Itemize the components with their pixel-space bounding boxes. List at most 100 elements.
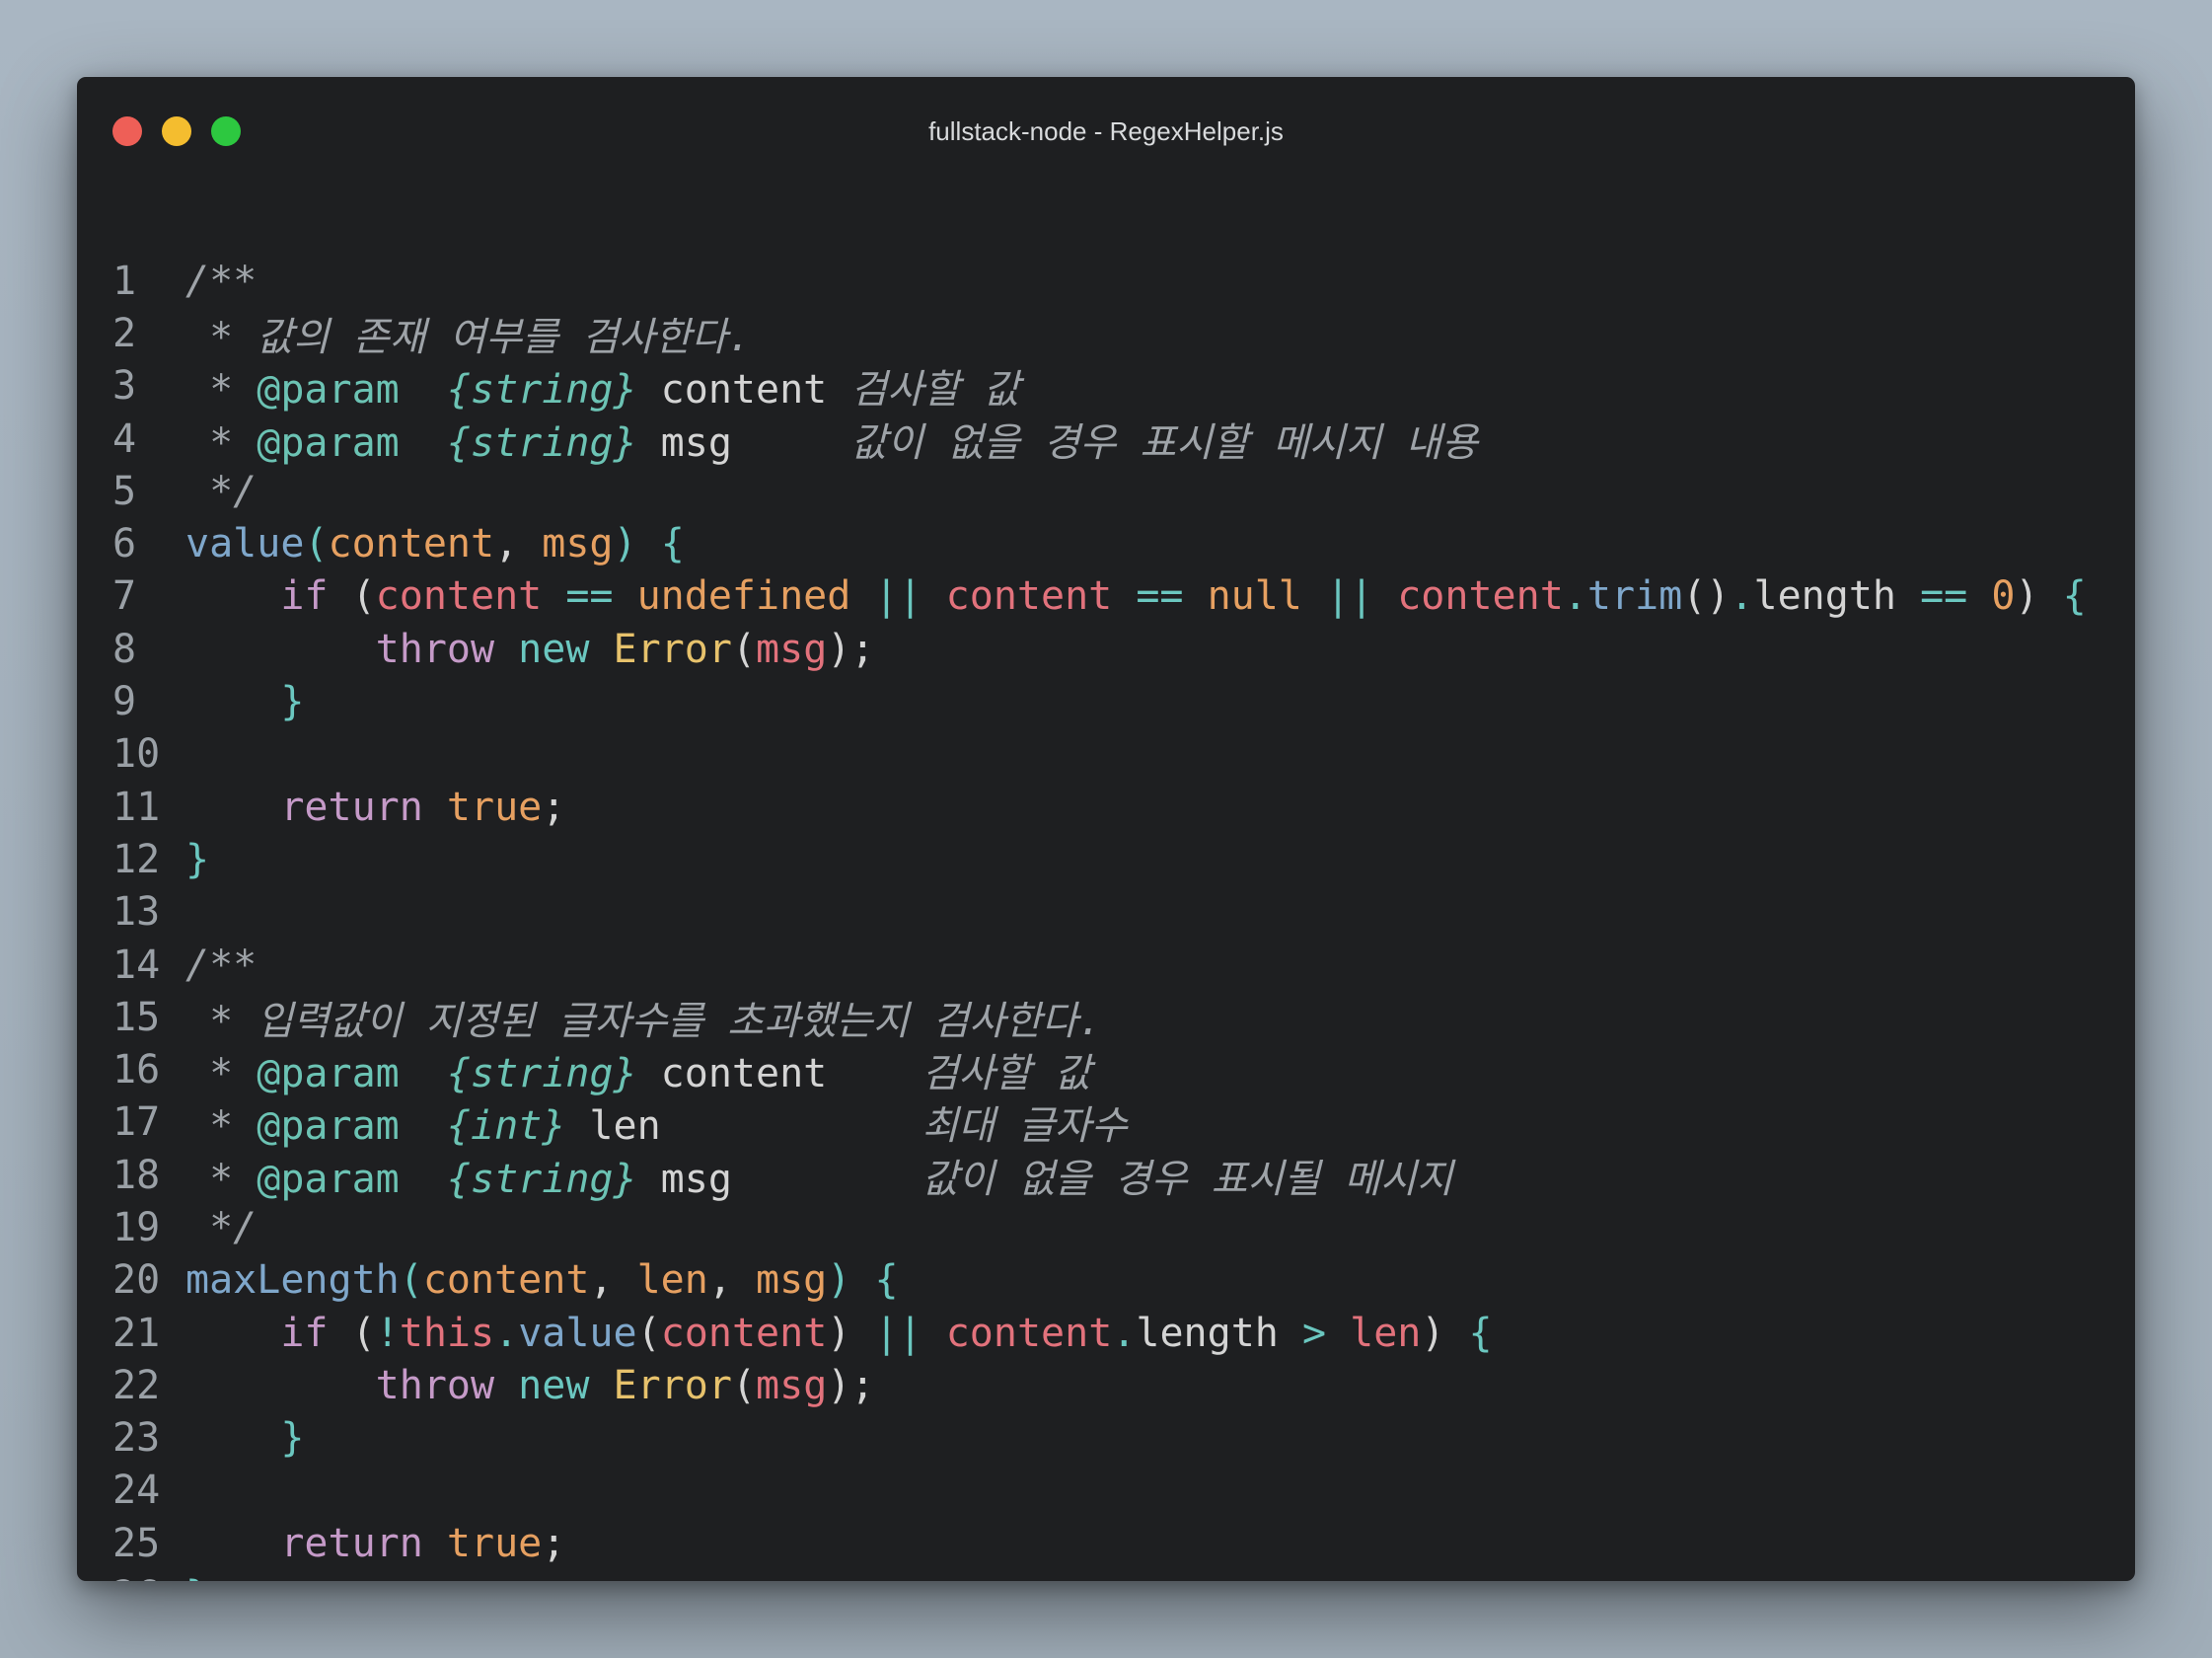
code-token: content bbox=[422, 1257, 590, 1304]
line-number: 1 bbox=[112, 258, 137, 304]
line-number: 19 bbox=[112, 1204, 161, 1250]
code-line[interactable]: 6 value(content, msg) { bbox=[112, 517, 2135, 569]
code-text: * @param {string} content 검사할 값 bbox=[185, 1041, 1091, 1098]
code-text: } bbox=[185, 1415, 304, 1461]
code-line[interactable]: 26} bbox=[112, 1569, 2135, 1581]
code-token: null bbox=[1207, 573, 1302, 620]
code-line[interactable]: 16 * @param {string} content 검사할 값 bbox=[112, 1041, 2135, 1098]
code-line[interactable]: 3 * @param {string} content 검사할 값 bbox=[112, 360, 2135, 413]
code-token: maxLength bbox=[185, 1257, 400, 1304]
code-token: 최대 글자수 bbox=[922, 1103, 1128, 1150]
code-token: length bbox=[1136, 1310, 1279, 1356]
code-token: {string} bbox=[446, 367, 637, 414]
code-token: @param bbox=[257, 1051, 400, 1097]
code-text: maxLength(content, len, msg) { bbox=[185, 1257, 899, 1303]
line-number: 14 bbox=[112, 942, 161, 988]
code-token: value bbox=[518, 1310, 637, 1356]
line-number: 9 bbox=[112, 679, 137, 725]
code-token: content bbox=[1397, 573, 1564, 620]
code-token: Error bbox=[613, 1362, 732, 1408]
code-token: == bbox=[542, 573, 637, 620]
code-token: . bbox=[1730, 573, 1754, 620]
code-token: msg bbox=[636, 419, 851, 466]
line-number: 16 bbox=[112, 1047, 161, 1093]
line-number: 18 bbox=[112, 1152, 161, 1198]
code-token: /** bbox=[185, 942, 258, 988]
code-line[interactable]: 25 return true; bbox=[112, 1517, 2135, 1569]
code-line[interactable]: 8 throw new Error(msg); bbox=[112, 623, 2135, 675]
code-text: /** bbox=[185, 942, 257, 988]
code-token: 검사할 값 bbox=[922, 1051, 1091, 1097]
code-line[interactable]: 11 return true; bbox=[112, 781, 2135, 833]
line-number: 21 bbox=[112, 1310, 161, 1356]
line-number: 3 bbox=[112, 363, 137, 410]
line-number: 12 bbox=[112, 836, 161, 882]
code-line[interactable]: 10 bbox=[112, 728, 2135, 781]
code-token: content bbox=[636, 367, 851, 414]
code-line[interactable]: 15 * 입력값이 지정된 글자수를 초과했는지 검사한다. bbox=[112, 989, 2135, 1046]
code-text: * 입력값이 지정된 글자수를 초과했는지 검사한다. bbox=[185, 989, 1102, 1046]
code-line[interactable]: 2 * 값의 존재 여부를 검사한다. bbox=[112, 307, 2135, 360]
code-token: > bbox=[1278, 1310, 1351, 1356]
code-token: trim bbox=[1586, 573, 1683, 620]
code-token: ( bbox=[731, 1362, 757, 1408]
code-token: Error bbox=[613, 626, 732, 672]
code-line[interactable]: 18 * @param {string} msg 값이 없을 경우 표시될 메시… bbox=[112, 1149, 2135, 1202]
code-line[interactable]: 22 throw new Error(msg); bbox=[112, 1359, 2135, 1411]
code-token: } bbox=[185, 836, 210, 882]
code-line[interactable]: 5 */ bbox=[112, 465, 2135, 517]
code-token: 0 bbox=[1991, 573, 2016, 620]
line-number: 26 bbox=[112, 1573, 185, 1581]
code-token: * bbox=[185, 1051, 258, 1097]
line-number: 10 bbox=[112, 731, 161, 778]
code-line[interactable]: 4 * @param {string} msg 값이 없을 경우 표시할 메시지… bbox=[112, 413, 2135, 466]
code-token: */ bbox=[185, 1204, 258, 1250]
line-number: 5 bbox=[112, 468, 137, 514]
code-token: ) bbox=[827, 1310, 851, 1356]
code-token: { bbox=[660, 521, 685, 567]
code-token: len bbox=[565, 1103, 922, 1150]
code-token: {string} bbox=[446, 419, 637, 466]
line-number: 7 bbox=[112, 573, 137, 620]
code-token: * bbox=[185, 1156, 258, 1202]
code-editor[interactable]: 1/** 2 * 값의 존재 여부를 검사한다. 3 * @param {strin… bbox=[112, 255, 2135, 1581]
code-token: throw bbox=[375, 1362, 495, 1408]
title-bar: fullstack-node - RegexHelper.js bbox=[77, 77, 2135, 186]
code-text: throw new Error(msg); bbox=[185, 626, 875, 672]
code-token: true bbox=[446, 784, 543, 830]
code-line[interactable]: 24 bbox=[112, 1465, 2135, 1517]
code-token: msg bbox=[542, 521, 614, 567]
line-number: 15 bbox=[112, 994, 161, 1040]
code-line[interactable]: 19 */ bbox=[112, 1201, 2135, 1253]
code-line[interactable]: 23 } bbox=[112, 1412, 2135, 1465]
code-line[interactable]: 13 bbox=[112, 886, 2135, 939]
code-text: value(content, msg) { bbox=[185, 521, 685, 566]
code-line[interactable]: 9 } bbox=[112, 675, 2135, 727]
code-line[interactable]: 7 if (content == undefined || content ==… bbox=[112, 570, 2135, 623]
code-line[interactable]: 17 * @param {int} len 최대 글자수 bbox=[112, 1096, 2135, 1149]
code-token: throw bbox=[375, 626, 495, 672]
code-token: @param bbox=[257, 1156, 400, 1202]
code-token: msg bbox=[756, 1362, 828, 1408]
code-line[interactable]: 1 /** bbox=[112, 255, 2135, 307]
code-token: length bbox=[1753, 573, 1896, 620]
code-line[interactable]: 14 /** bbox=[112, 939, 2135, 991]
code-line[interactable]: 20 maxLength(content, len, msg) { bbox=[112, 1254, 2135, 1307]
code-token: @param bbox=[257, 1103, 400, 1150]
code-token: ! bbox=[375, 1310, 400, 1356]
code-line[interactable]: 12} bbox=[112, 833, 2135, 885]
line-number: 22 bbox=[112, 1362, 161, 1408]
code-token: 값이 없을 경우 표시될 메시지 bbox=[922, 1156, 1453, 1202]
code-token: len bbox=[636, 1257, 708, 1304]
code-token: } bbox=[185, 1573, 209, 1581]
code-line[interactable]: 21 if (!this.value(content) || content.l… bbox=[112, 1307, 2135, 1359]
